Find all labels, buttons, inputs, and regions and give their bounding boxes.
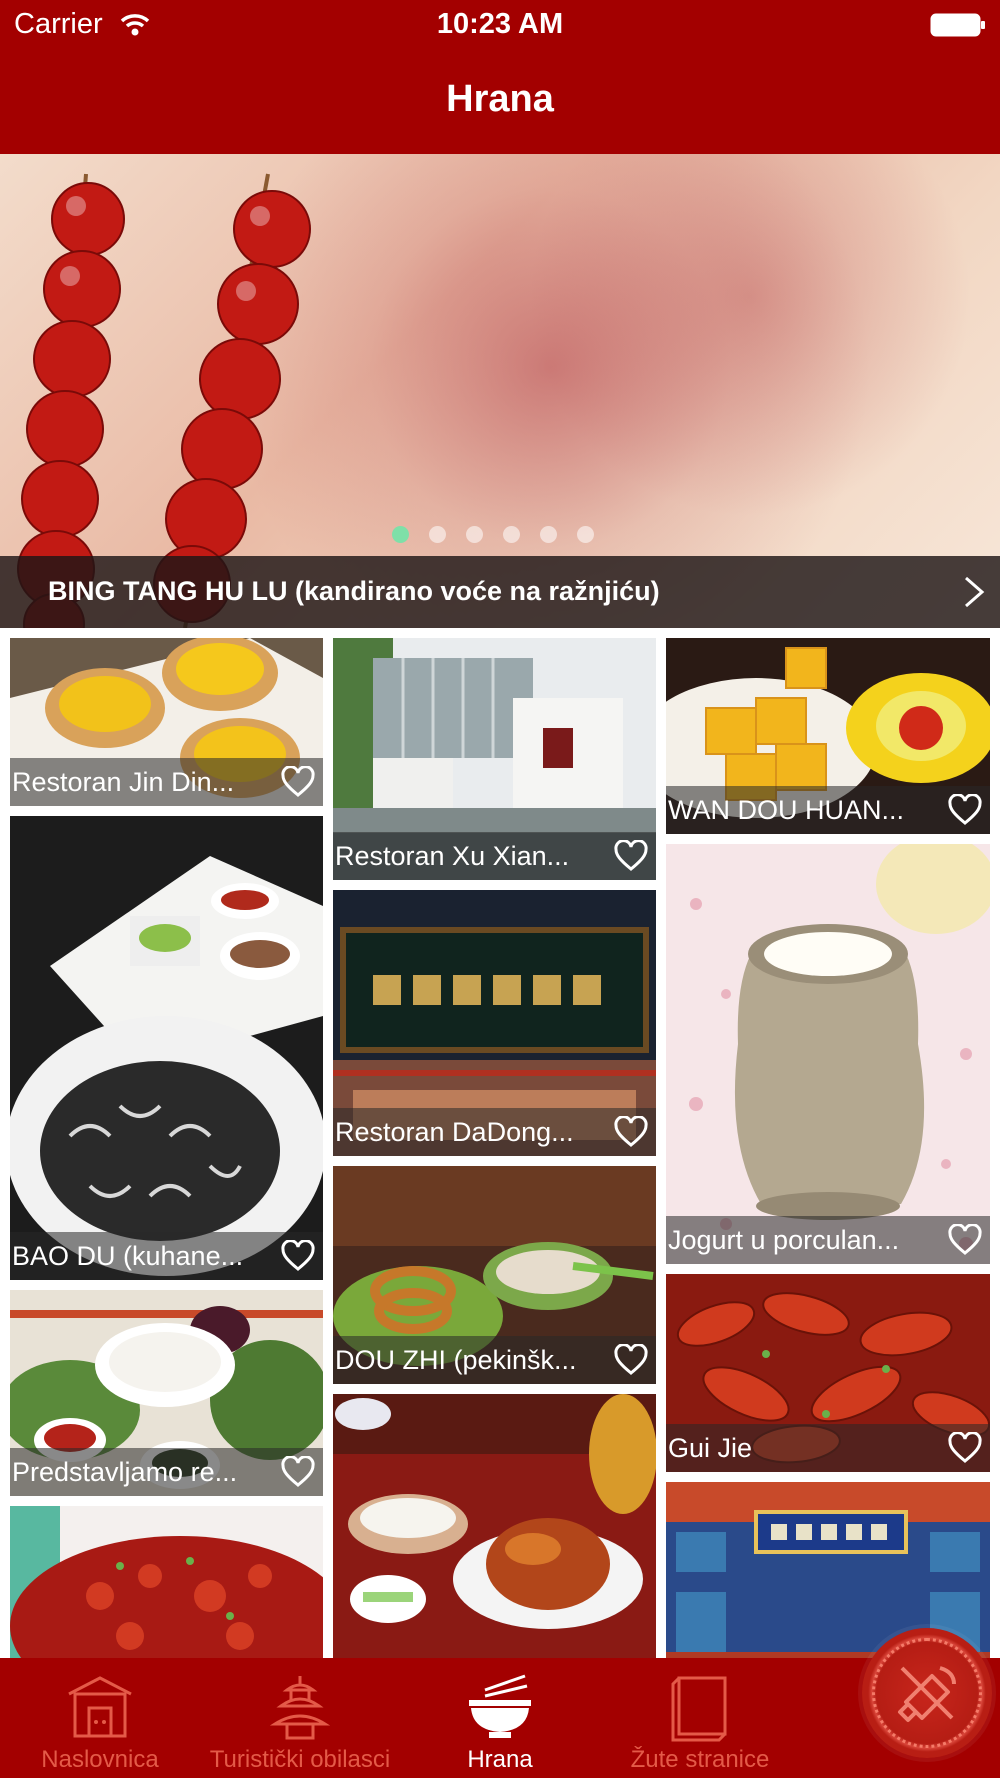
- tab-label: Hrana: [467, 1746, 533, 1773]
- page-indicator[interactable]: [392, 526, 594, 543]
- tile-title: DOU ZHI (pekinšk...: [335, 1345, 577, 1375]
- tab-naslovnica[interactable]: Naslovnica: [0, 1658, 200, 1778]
- tab-label: Naslovnica: [41, 1746, 159, 1773]
- hero-banner[interactable]: BING TANG HU LU (kandirano voće na ražnj…: [0, 154, 1000, 628]
- heart-icon[interactable]: [614, 840, 648, 872]
- grid-item-presentation[interactable]: Predstavljamo re...: [10, 1290, 323, 1496]
- grid-item-dadong[interactable]: Restoran DaDong...: [333, 890, 656, 1156]
- grid-item-gui-jie[interactable]: Gui Jie: [666, 1274, 990, 1472]
- page-dot[interactable]: [392, 526, 409, 543]
- tab-turisticki-obilasci[interactable]: Turistički obilasci: [190, 1658, 410, 1778]
- heart-icon[interactable]: [948, 794, 982, 826]
- grid-item-peking-duck[interactable]: [333, 1394, 656, 1658]
- page-dot[interactable]: [540, 526, 557, 543]
- grid-item-wan-dou-huang[interactable]: WAN DOU HUAN...: [666, 638, 990, 834]
- battery-icon: [930, 13, 985, 37]
- heart-icon[interactable]: [614, 1116, 648, 1148]
- navigation-bar: Carrier 10:23 AM Hrana: [0, 0, 1000, 154]
- grid-item-xu-xian[interactable]: Restoran Xu Xian...: [333, 638, 656, 880]
- grid-item-yogurt[interactable]: Jogurt u porculan...: [666, 844, 990, 1264]
- tile-title: WAN DOU HUAN...: [668, 795, 904, 825]
- tab-bar: Naslovnica Turistički obilasci Hrana Žut…: [0, 1658, 1000, 1778]
- tab-label: Žute stranice: [630, 1746, 770, 1773]
- tab-zute-stranice[interactable]: Žute stranice: [600, 1658, 800, 1778]
- heart-icon[interactable]: [281, 1456, 315, 1488]
- grid-item-egg-tarts[interactable]: Restoran Jin Din...: [10, 638, 323, 806]
- heart-icon[interactable]: [948, 1432, 982, 1464]
- page-title: Hrana: [446, 78, 554, 120]
- hero-caption-bar[interactable]: BING TANG HU LU (kandirano voće na ražnj…: [0, 556, 1000, 628]
- page-dot[interactable]: [503, 526, 520, 543]
- audio-toggle-button[interactable]: [862, 1628, 992, 1758]
- tile-title: Restoran Xu Xian...: [335, 841, 570, 871]
- tile-title: Restoran DaDong...: [335, 1117, 574, 1147]
- food-grid: Restoran Jin Din... BAO DU (kuhane... Pr…: [0, 628, 1000, 1658]
- book-icon: [671, 1676, 727, 1742]
- chevron-right-icon[interactable]: [962, 574, 986, 610]
- bao-du-image: [10, 816, 323, 1280]
- bowl-icon: [469, 1674, 531, 1738]
- pagoda-icon: [269, 1676, 331, 1740]
- mute-speaker-icon: [898, 1666, 956, 1722]
- heart-icon[interactable]: [281, 766, 315, 798]
- spicy-dish-image: [10, 1506, 323, 1658]
- yogurt-jar-image: [666, 844, 990, 1264]
- page-dot[interactable]: [577, 526, 594, 543]
- tab-label: Turistički obilasci: [209, 1746, 391, 1773]
- heart-icon[interactable]: [281, 1240, 315, 1272]
- grid-item-spicy-dish[interactable]: [10, 1506, 323, 1658]
- tile-title: Gui Jie: [668, 1433, 753, 1463]
- tile-title: Restoran Jin Din...: [12, 767, 235, 797]
- page-dot[interactable]: [466, 526, 483, 543]
- tab-hrana[interactable]: Hrana: [400, 1658, 600, 1778]
- status-time: 10:23 AM: [436, 8, 564, 40]
- grid-item-bao-du[interactable]: BAO DU (kuhane...: [10, 816, 323, 1280]
- grid-item-dou-zhi[interactable]: DOU ZHI (pekinšk...: [333, 1166, 656, 1384]
- tile-title: BAO DU (kuhane...: [12, 1241, 244, 1271]
- tile-title: Jogurt u porculan...: [668, 1225, 900, 1255]
- page-dot[interactable]: [429, 526, 446, 543]
- house-icon: [68, 1676, 132, 1738]
- heart-icon[interactable]: [948, 1224, 982, 1256]
- hero-caption: BING TANG HU LU (kandirano voće na ražnj…: [48, 576, 660, 606]
- heart-icon[interactable]: [614, 1344, 648, 1376]
- tile-title: Predstavljamo re...: [12, 1457, 238, 1487]
- peking-duck-image: [333, 1394, 656, 1658]
